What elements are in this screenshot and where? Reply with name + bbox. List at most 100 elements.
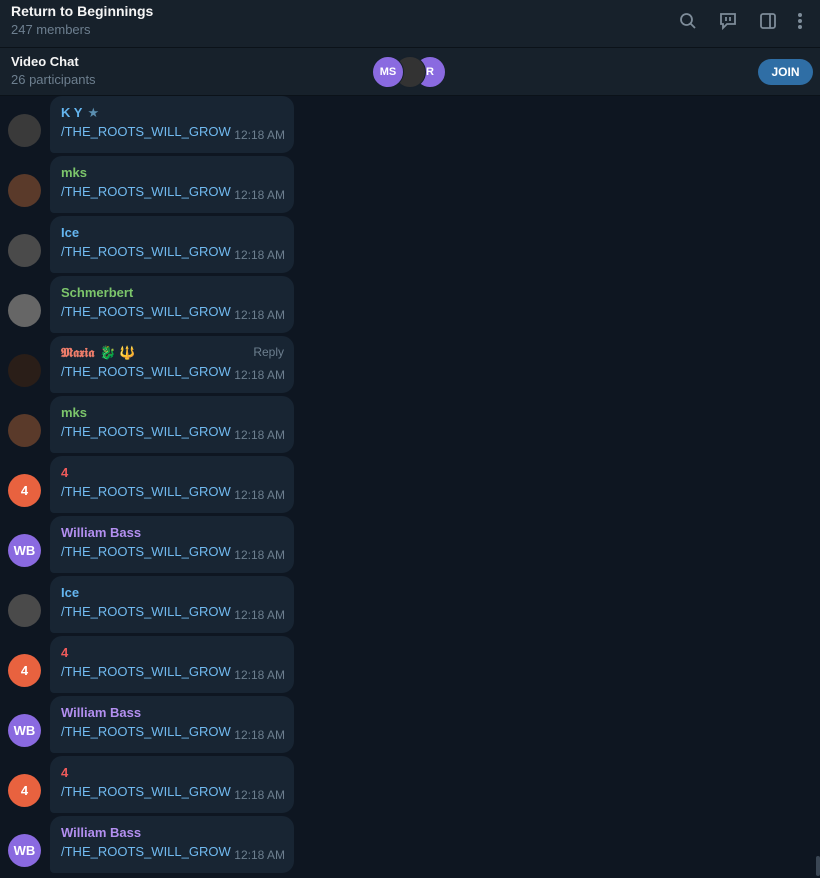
message-bubble[interactable]: Ice/THE_ROOTS_WILL_GROW 12:18 AM xyxy=(50,576,294,633)
sender-name[interactable]: 4 xyxy=(61,465,68,480)
participant-avatar: MS xyxy=(372,56,404,88)
participant-avatars: R MS xyxy=(372,56,452,88)
bot-command-link[interactable]: /THE_ROOTS_WILL_GROW xyxy=(61,784,231,799)
sender-name[interactable]: 4 xyxy=(61,765,68,780)
sender-name-text: William Bass xyxy=(61,825,142,840)
message-bubble[interactable]: William Bass/THE_ROOTS_WILL_GROW 12:18 AM xyxy=(50,816,294,873)
sender-avatar[interactable] xyxy=(8,354,41,387)
message-time: 12:18 AM xyxy=(234,668,285,682)
message-bubble[interactable]: 4/THE_ROOTS_WILL_GROW 12:18 AM xyxy=(50,756,294,813)
sender-name[interactable]: mks xyxy=(61,405,87,420)
sender-name[interactable]: 4 xyxy=(61,645,68,660)
message-time: 12:18 AM xyxy=(234,368,285,382)
sender-avatar[interactable]: 4 xyxy=(8,774,41,807)
video-chat-bar[interactable]: Video Chat 26 participants R MS JOIN xyxy=(0,48,820,96)
message-item[interactable]: WB William Bass/THE_ROOTS_WILL_GROW 12:18 … xyxy=(0,696,300,753)
message-bubble[interactable]: Ice/THE_ROOTS_WILL_GROW 12:18 AM xyxy=(50,216,294,273)
message-list[interactable]: K Y ★/THE_ROOTS_WILL_GROW 12:18 AM mks/THE_… xyxy=(0,96,816,878)
message-time: 12:18 AM xyxy=(234,428,285,442)
message-bubble[interactable]: Schmerbert/THE_ROOTS_WILL_GROW 12:18 AM xyxy=(50,276,294,333)
bot-command-link[interactable]: /THE_ROOTS_WILL_GROW xyxy=(61,724,231,739)
scrollbar[interactable] xyxy=(816,856,820,876)
sender-avatar[interactable]: 4 xyxy=(8,474,41,507)
message-bubble[interactable]: 4/THE_ROOTS_WILL_GROW 12:18 AM xyxy=(50,456,294,513)
bot-command-link[interactable]: /THE_ROOTS_WILL_GROW xyxy=(61,664,231,679)
more-icon[interactable] xyxy=(788,10,812,32)
video-chat-title: Video Chat xyxy=(11,54,79,69)
sender-name[interactable]: William Bass xyxy=(61,705,141,720)
sender-avatar[interactable]: 4 xyxy=(8,654,41,687)
sidebar-icon[interactable] xyxy=(748,10,788,32)
chat-header[interactable]: Return to Beginnings 247 members xyxy=(0,0,820,48)
bot-command-link[interactable]: /THE_ROOTS_WILL_GROW xyxy=(61,484,231,499)
sender-avatar[interactable] xyxy=(8,174,41,207)
sender-name-text: Schmerbert xyxy=(61,285,134,300)
message-item[interactable]: 4 4/THE_ROOTS_WILL_GROW 12:18 AM xyxy=(0,456,300,513)
message-item[interactable]: Ice/THE_ROOTS_WILL_GROW 12:18 AM xyxy=(0,216,300,273)
message-bubble[interactable]: William Bass/THE_ROOTS_WILL_GROW 12:18 AM xyxy=(50,516,294,573)
message-item[interactable]: WB William Bass/THE_ROOTS_WILL_GROW 12:18 … xyxy=(0,516,300,573)
message-bubble[interactable]: mks/THE_ROOTS_WILL_GROW 12:18 AM xyxy=(50,156,294,213)
bot-command-link[interactable]: /THE_ROOTS_WILL_GROW xyxy=(61,424,231,439)
message-item[interactable]: WB William Bass/THE_ROOTS_WILL_GROW 12:18 … xyxy=(0,816,300,873)
sender-avatar[interactable] xyxy=(8,234,41,267)
sender-name-text: Ice xyxy=(61,225,80,240)
message-item[interactable]: 𝕸𝖆𝖝𝖎𝖆 🐉 🔱 Reply/THE_ROOTS_WILL_GROW 12:18 A… xyxy=(0,336,300,393)
message-time: 12:18 AM xyxy=(234,728,285,742)
message-item[interactable]: Schmerbert/THE_ROOTS_WILL_GROW 12:18 AM xyxy=(0,276,300,333)
message-bubble[interactable]: William Bass/THE_ROOTS_WILL_GROW 12:18 AM xyxy=(50,696,294,753)
sender-name[interactable]: Schmerbert xyxy=(61,285,133,300)
bot-command-link[interactable]: /THE_ROOTS_WILL_GROW xyxy=(61,604,231,619)
message-item[interactable]: 4 4/THE_ROOTS_WILL_GROW 12:18 AM xyxy=(0,756,300,813)
sender-name[interactable]: William Bass xyxy=(61,525,141,540)
bot-command-link[interactable]: /THE_ROOTS_WILL_GROW xyxy=(61,364,231,379)
header-actions xyxy=(668,10,812,32)
sender-name-text: 𝕸𝖆𝖝𝖎𝖆 xyxy=(61,345,95,360)
message-time: 12:18 AM xyxy=(234,848,285,862)
reply-button[interactable]: Reply xyxy=(253,345,284,359)
bot-command-link[interactable]: /THE_ROOTS_WILL_GROW xyxy=(61,244,231,259)
sender-avatar[interactable]: WB xyxy=(8,714,41,747)
badge-icon: 🐉 🔱 xyxy=(99,345,136,360)
sender-name-text: mks xyxy=(61,405,88,420)
bot-command-link[interactable]: /THE_ROOTS_WILL_GROW xyxy=(61,844,231,859)
search-icon[interactable] xyxy=(668,10,708,32)
bot-command-link[interactable]: /THE_ROOTS_WILL_GROW xyxy=(61,124,231,139)
message-bubble[interactable]: K Y ★ /THE_ROOTS_WILL_GROW 12:18 AM xyxy=(50,96,294,153)
sender-name-text: 4 xyxy=(61,465,69,480)
participant-count: 26 participants xyxy=(11,72,96,87)
message-time: 12:18 AM xyxy=(234,128,285,142)
sender-name-text: 4 xyxy=(61,645,69,660)
bot-command-link[interactable]: /THE_ROOTS_WILL_GROW xyxy=(61,184,231,199)
sender-avatar[interactable] xyxy=(8,294,41,327)
sender-name[interactable]: Ice xyxy=(61,225,79,240)
message-item[interactable]: K Y ★ /THE_ROOTS_WILL_GROW 12:18 AM xyxy=(0,96,300,153)
join-button[interactable]: JOIN xyxy=(758,59,813,85)
video-chat-icon[interactable] xyxy=(708,10,748,32)
sender-avatar[interactable] xyxy=(8,114,41,147)
sender-name-text: Ice xyxy=(61,585,80,600)
sender-name[interactable]: K Y ★ xyxy=(61,105,99,121)
message-bubble[interactable]: 𝕸𝖆𝖝𝖎𝖆 🐉 🔱 Reply/THE_ROOTS_WILL_GROW 12:18 A… xyxy=(50,336,294,393)
sender-name[interactable]: 𝕸𝖆𝖝𝖎𝖆 🐉 🔱 xyxy=(61,345,135,361)
message-bubble[interactable]: 4/THE_ROOTS_WILL_GROW 12:18 AM xyxy=(50,636,294,693)
sender-name[interactable]: mks xyxy=(61,165,87,180)
badge-icon: ★ xyxy=(87,105,100,120)
sender-avatar[interactable]: WB xyxy=(8,834,41,867)
sender-avatar[interactable] xyxy=(8,594,41,627)
message-item[interactable]: 4 4/THE_ROOTS_WILL_GROW 12:18 AM xyxy=(0,636,300,693)
sender-name-text: William Bass xyxy=(61,525,142,540)
chat-title[interactable]: Return to Beginnings xyxy=(11,3,153,19)
message-bubble[interactable]: mks/THE_ROOTS_WILL_GROW 12:18 AM xyxy=(50,396,294,453)
sender-name[interactable]: William Bass xyxy=(61,825,141,840)
sender-name-text: 4 xyxy=(61,765,69,780)
bot-command-link[interactable]: /THE_ROOTS_WILL_GROW xyxy=(61,544,231,559)
sender-avatar[interactable]: WB xyxy=(8,534,41,567)
message-item[interactable]: Ice/THE_ROOTS_WILL_GROW 12:18 AM xyxy=(0,576,300,633)
bot-command-link[interactable]: /THE_ROOTS_WILL_GROW xyxy=(61,304,231,319)
sender-name[interactable]: Ice xyxy=(61,585,79,600)
sender-avatar[interactable] xyxy=(8,414,41,447)
message-item[interactable]: mks/THE_ROOTS_WILL_GROW 12:18 AM xyxy=(0,156,300,213)
message-item[interactable]: mks/THE_ROOTS_WILL_GROW 12:18 AM xyxy=(0,396,300,453)
message-time: 12:18 AM xyxy=(234,608,285,622)
